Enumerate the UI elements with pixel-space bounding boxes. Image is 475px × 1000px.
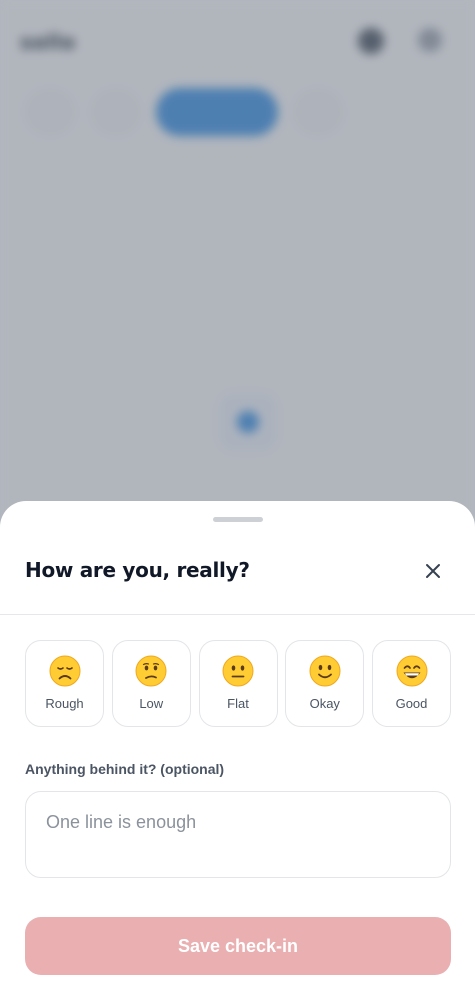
sad-face-icon (49, 655, 80, 687)
neutral-face-icon (222, 655, 254, 687)
note-input[interactable] (25, 791, 451, 878)
mood-label: Low (139, 696, 164, 711)
mood-option-okay[interactable]: Okay (285, 640, 365, 727)
grin-face-icon (396, 655, 427, 687)
mood-option-rough[interactable]: Rough (25, 640, 104, 727)
mood-option-low[interactable]: Low (111, 640, 191, 727)
sheet-title: How are you, really? (25, 558, 250, 582)
mood-option-flat[interactable]: Flat (198, 640, 278, 727)
mood-option-good[interactable]: Good (372, 640, 451, 727)
note-field-label: Anything behind it? (optional) (25, 761, 225, 777)
close-icon (426, 564, 440, 578)
confused-face-icon (135, 655, 167, 687)
sheet-divider (0, 614, 475, 615)
mood-label: Rough (45, 696, 84, 711)
checkin-sheet: How are you, really? Rough Low Flat Okay… (0, 501, 475, 1000)
slight-smile-icon (309, 655, 341, 687)
save-checkin-button[interactable]: Save check-in (25, 917, 451, 975)
close-button[interactable] (421, 559, 445, 583)
mood-label: Okay (309, 696, 340, 711)
mood-label: Flat (227, 696, 249, 711)
mood-label: Good (395, 696, 428, 711)
sheet-grabber[interactable] (212, 517, 263, 522)
mood-options: Rough Low Flat Okay Good (25, 640, 451, 727)
